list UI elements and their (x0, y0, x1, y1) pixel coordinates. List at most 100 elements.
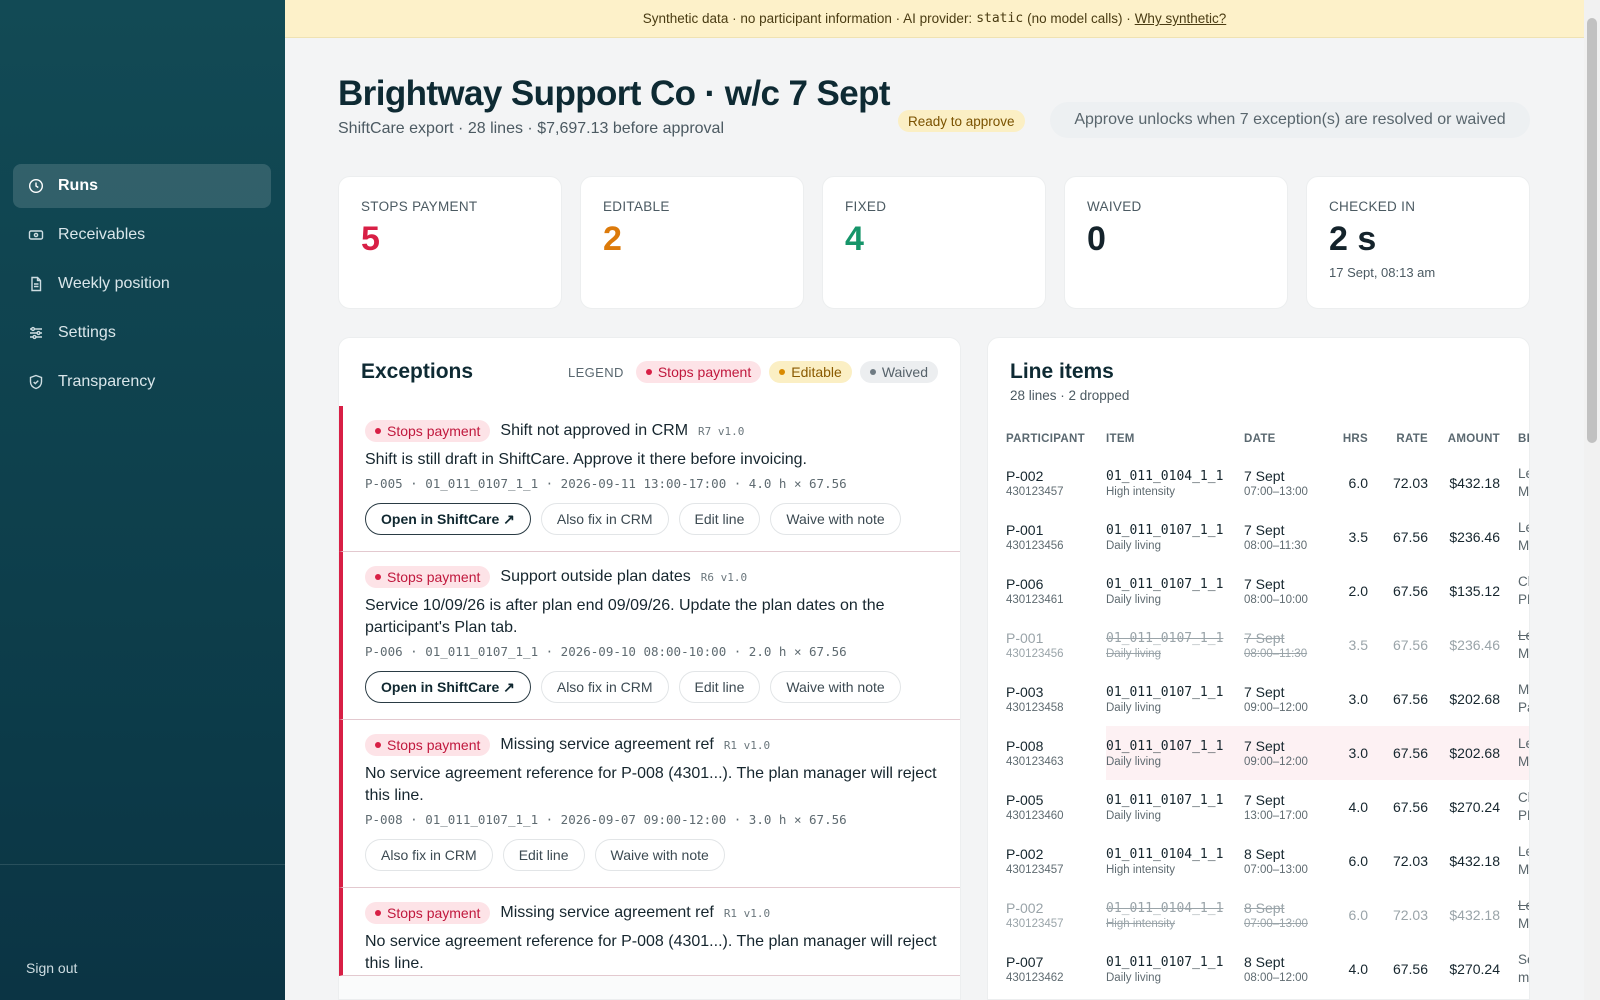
table-row[interactable]: P-002 430123457 01_011_0104_1_1 High intens… (988, 456, 1529, 510)
page-title: Brightway Support Co · w/c 7 Sept (338, 74, 891, 113)
service-time: 09:00–12:00 (1244, 702, 1308, 714)
column-header[interactable]: ITEM (1106, 422, 1244, 456)
exception-title: Missing service agreement ref (500, 736, 714, 753)
item-code: 01_011_0107_1_1 (1106, 792, 1224, 808)
item-cell: 01_011_0107_1_1 Daily living (1106, 726, 1244, 780)
bill-to-line2: man (1518, 970, 1530, 985)
table-row[interactable]: P-007 430123462 01_011_0107_1_1 Daily livin… (988, 942, 1530, 996)
stat-card-stops-payment: STOPS PAYMENT 5 (338, 176, 562, 309)
item-description: High intensity (1106, 485, 1176, 498)
participant-cell: P-002 430123457 (988, 834, 1106, 888)
line-items-subtitle: 28 lines · 2 dropped (1010, 388, 1130, 403)
participant-id: P-003 (1006, 684, 1044, 700)
service-time: 07:00–13:00 (1244, 486, 1308, 498)
severity-text: Stops payment (387, 423, 481, 439)
table-row[interactable]: P-001 430123456 01_011_0107_1_1 Daily livin… (988, 510, 1529, 564)
line-items-title: Line items (1010, 360, 1114, 383)
service-time: 08:00–12:00 (1244, 972, 1308, 984)
exception-title: Shift not approved in CRM (500, 422, 689, 439)
also-fix-in-crm-button[interactable]: Also fix in CRM (540, 671, 669, 703)
sidebar-nav: Runs Receivables Weekly position Setting… (13, 164, 271, 409)
column-header[interactable]: RATE (1368, 422, 1428, 456)
bill-to-cell: MyP Partı (1500, 672, 1530, 726)
banner-text: Synthetic data · no participant informat… (642, 11, 973, 26)
sidebar-item-label: Transparency (58, 373, 156, 390)
participant-cell: P-001 430123456 (988, 618, 1106, 672)
participant-id: P-002 (1006, 468, 1044, 484)
open-in-shiftcare-button[interactable]: Open in ShiftCare ↗ (365, 503, 531, 535)
shield-icon (28, 374, 44, 390)
column-header[interactable]: PARTICIPANT (988, 422, 1106, 456)
scrollbar-thumb[interactable] (1587, 18, 1597, 443)
exception-meta: P-006 · 01_011_0107_1_1 · 2026-09-10 08:… (365, 644, 847, 659)
participant-cell: P-006 430123461 (988, 564, 1106, 618)
item-cell: 01_011_0107_1_1 Daily living (1106, 672, 1244, 726)
bill-to-line1: MyP (1518, 682, 1530, 697)
stat-label: EDITABLE (603, 199, 670, 214)
item-cell: 01_011_0104_1_1 High intensity (1106, 834, 1244, 888)
also-fix-in-crm-button[interactable]: Also fix in CRM (540, 503, 669, 535)
item-code: 01_011_0107_1_1 (1106, 954, 1224, 970)
column-header[interactable]: AMOUNT (1428, 422, 1500, 456)
table-row[interactable]: P-008 430123463 01_011_0107_1_1 Daily livin… (988, 726, 1529, 780)
table-row[interactable]: P-001 430123456 01_011_0107_1_1 Daily livin… (988, 618, 1529, 672)
hours-cell: 2.0 (1348, 583, 1368, 599)
bill-to-cell: Self-man (1500, 942, 1530, 996)
column-header[interactable]: DATE (1244, 422, 1328, 456)
hours-cell: 3.0 (1328, 726, 1368, 780)
rate-cell: 72.03 (1392, 907, 1428, 923)
sidebar-item-runs[interactable]: Runs (13, 164, 271, 208)
service-date: 8 Sept (1244, 954, 1285, 970)
hours-cell: 3.5 (1348, 637, 1368, 653)
participant-cell: P-001 430123456 (988, 510, 1106, 564)
sidebar-divider (0, 864, 285, 865)
also-fix-in-crm-button[interactable]: Also fix in CRM (365, 839, 493, 871)
item-description: Daily living (1106, 539, 1161, 552)
date-cell: 7 Sept 08:00–11:30 (1244, 510, 1328, 564)
date-cell: 7 Sept 09:00–12:00 (1244, 726, 1328, 780)
table-row[interactable]: P-003 430123458 01_011_0107_1_1 Daily livin… (988, 672, 1530, 726)
stat-label: CHECKED IN (1329, 199, 1416, 214)
exception-description: No service agreement reference for P-008… (365, 765, 937, 804)
why-synthetic-link[interactable]: Why synthetic? (1135, 11, 1227, 26)
exception-card: Stops payment Shift not approved in CRM … (339, 406, 960, 552)
edit-line-button[interactable]: Edit line (678, 671, 761, 703)
sidebar-item-weekly-position[interactable]: Weekly position (13, 262, 271, 306)
banner-provider: static (976, 11, 1024, 26)
service-time: 08:00–11:30 (1244, 540, 1308, 552)
bill-to-line1: Leap (1518, 898, 1529, 913)
sign-out-link[interactable]: Sign out (26, 960, 77, 976)
table-row[interactable]: P-002 430123457 01_011_0104_1_1 High intens… (988, 888, 1529, 942)
participant-ndis: 430123463 (1006, 756, 1064, 768)
participant-ndis: 430123458 (1006, 702, 1064, 714)
sidebar-item-settings[interactable]: Settings (13, 311, 271, 355)
bill-to-cell: Leap Man (1500, 510, 1529, 564)
column-header[interactable]: BILL (1500, 422, 1529, 456)
edit-line-button[interactable]: Edit line (678, 503, 761, 535)
item-cell: 01_011_0107_1_1 Daily living (1106, 780, 1244, 834)
hours-cell: 3.5 (1348, 529, 1368, 545)
table-row[interactable]: P-005 430123460 01_011_0107_1_1 Daily livin… (988, 780, 1529, 834)
severity-tag: Stops payment (365, 420, 491, 442)
table-row[interactable]: P-002 430123457 01_011_0104_1_1 High intens… (988, 834, 1529, 888)
legend-waived: Waived (859, 361, 938, 383)
edit-line-button[interactable]: Edit line (502, 839, 585, 871)
exception-card: Stops payment Missing service agreement … (339, 888, 960, 976)
waive-with-note-button[interactable]: Waive with note (594, 839, 725, 871)
sidebar-item-label: Runs (58, 177, 98, 194)
open-in-shiftcare-button[interactable]: Open in ShiftCare ↗ (365, 671, 531, 703)
approve-button[interactable]: Approve unlocks when 7 exception(s) are … (1050, 102, 1530, 138)
stats-row: STOPS PAYMENT 5 EDITABLE 2 FIXED 4 WAIVE… (338, 176, 1530, 309)
sidebar-item-receivables[interactable]: Receivables (13, 213, 271, 257)
amount-cell: $270.24 (1449, 961, 1500, 977)
rate-cell: 67.56 (1392, 691, 1428, 707)
exception-description: Service 10/09/26 is after plan end 09/09… (365, 597, 885, 636)
sidebar: Runs Receivables Weekly position Setting… (0, 0, 285, 1000)
waive-with-note-button[interactable]: Waive with note (770, 671, 901, 703)
service-date: 7 Sept (1244, 468, 1285, 484)
waive-with-note-button[interactable]: Waive with note (770, 503, 901, 535)
column-header[interactable]: HRS (1328, 422, 1368, 456)
table-row[interactable]: P-006 430123461 01_011_0107_1_1 Daily livin… (988, 564, 1529, 618)
page-scrollbar[interactable] (1584, 0, 1600, 1000)
sidebar-item-transparency[interactable]: Transparency (13, 360, 271, 404)
